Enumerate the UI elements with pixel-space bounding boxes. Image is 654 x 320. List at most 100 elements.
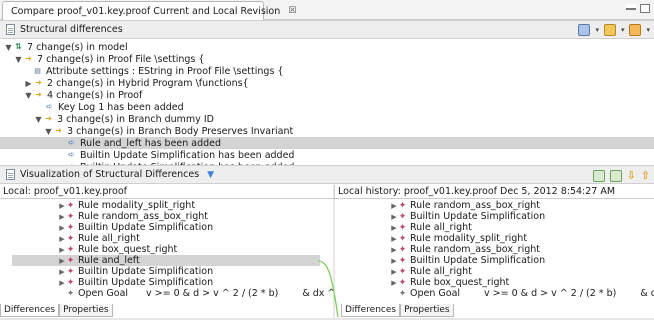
next-difference-icon[interactable]: ⇩ — [627, 169, 636, 182]
tab-differences[interactable]: Differences — [341, 304, 401, 317]
proof-node-label: Rule random_ass_box_right — [410, 244, 541, 255]
tree-item[interactable]: ▼ ➜ 3 change(s) in Branch Body Preserves… — [0, 125, 654, 137]
proof-node[interactable]: ▶ ✦ Rule modality_split_right — [58, 200, 195, 211]
previous-difference-icon[interactable]: ⇧ — [641, 169, 650, 182]
tree-item[interactable]: ▼ ➜ 3 change(s) in Branch dummy ID — [0, 113, 654, 125]
goal-icon: ✦ — [398, 288, 407, 299]
expand-icon[interactable]: ▶ — [390, 246, 398, 254]
collapse-icon[interactable]: ▼ — [14, 55, 23, 64]
chevron-down-icon[interactable]: ▾ — [595, 26, 599, 34]
tree-item[interactable]: ▼ ➜ 7 change(s) in Proof File \settings … — [0, 53, 654, 65]
chevron-down-icon[interactable]: ▾ — [646, 26, 650, 34]
expand-icon[interactable]: ▶ — [390, 202, 398, 210]
collapse-icon[interactable]: ▼ — [34, 115, 43, 124]
minimize-icon[interactable] — [626, 4, 636, 10]
structural-differences-header: Structural differences ▾ ▾ ▾ — [0, 20, 654, 39]
proof-node[interactable]: ▶ ✦ Rule random_ass_box_right — [390, 200, 540, 211]
proof-node-selected[interactable]: ▶ ✦ Rule and_left — [12, 255, 320, 266]
copy-all-right-icon[interactable] — [592, 169, 605, 182]
chevron-down-icon[interactable]: ▾ — [621, 26, 625, 34]
tree-item-selected[interactable]: ➪ Rule and_left has been added — [0, 137, 654, 149]
tree-item[interactable]: ▶ ➜ 2 change(s) in Hybrid Program \funct… — [0, 77, 654, 89]
proof-node[interactable]: ▶ ✦ Rule all_right — [390, 222, 472, 233]
close-tab-icon[interactable]: ☒ — [288, 6, 296, 16]
goal-label: Open Goal — [410, 288, 461, 299]
proof-node-label: Builtin Update Simplification — [410, 211, 546, 222]
proof-node[interactable]: ▶ ✦ Rule box_quest_right — [58, 244, 177, 255]
proof-node[interactable]: ▶ ✦ Builtin Update Simplification — [58, 222, 213, 233]
chevron-down-icon[interactable]: ▼ — [207, 170, 214, 180]
expand-icon[interactable]: ▶ — [390, 268, 398, 276]
tree-item-label: 3 change(s) in Branch dummy ID — [57, 113, 214, 125]
expand-icon[interactable]: ▶ — [24, 79, 33, 88]
expand-icon[interactable]: ▶ — [390, 279, 398, 287]
expand-icon[interactable]: ▶ — [390, 224, 398, 232]
proof-node-label: Builtin Update Simplification — [410, 255, 546, 266]
rule-icon: ✦ — [398, 277, 407, 288]
tree-item[interactable]: ▼ ⇅ 7 change(s) in model — [0, 41, 654, 53]
expand-icon[interactable]: ▶ — [58, 279, 66, 287]
proof-node[interactable]: ▶ ✦ Rule all_right — [390, 266, 472, 277]
proof-node[interactable]: ▶ ✦ Builtin Update Simplification — [58, 277, 213, 288]
proof-node-label: Rule modality_split_right — [410, 233, 528, 244]
right-proof-tree: ▶ ✦ Rule random_ass_box_right ▶ ✦ Builtin Up… — [342, 200, 654, 303]
tree-item[interactable]: ➪ Key Log 1 has been added — [0, 101, 654, 113]
proof-node[interactable]: ▶ ✦ Builtin Update Simplification — [58, 266, 213, 277]
rule-icon: ✦ — [66, 233, 75, 244]
collapse-icon[interactable]: ▼ — [24, 91, 33, 100]
expand-icon[interactable]: ▶ — [58, 224, 66, 232]
tree-item[interactable]: ▼ ➜ 4 change(s) in Proof — [0, 89, 654, 101]
change-icon: ➜ — [25, 54, 32, 63]
tree-item[interactable]: ▤ Attribute settings : EString in Proof … — [0, 65, 654, 77]
tab-differences[interactable]: Differences — [0, 304, 60, 317]
proof-node[interactable]: ▶ ✦ Rule modality_split_right — [390, 233, 527, 244]
maximize-icon[interactable] — [640, 4, 650, 13]
folder-icon[interactable] — [629, 24, 642, 36]
right-panel-title: Local history: proof_v01.key.proof Dec 5… — [338, 186, 616, 197]
proof-node-label: Builtin Update Simplification — [78, 222, 214, 233]
document-icon — [6, 169, 15, 180]
tree-item-label: Key Log 1 has been added — [58, 101, 184, 113]
goal-label: Open Goal — [78, 288, 129, 299]
expand-icon[interactable]: ▶ — [58, 257, 66, 265]
tab-properties[interactable]: Properties — [59, 304, 113, 317]
expand-icon[interactable]: ▶ — [390, 257, 398, 265]
collapse-icon[interactable]: ▼ — [4, 43, 13, 52]
goal-icon: ✦ — [66, 288, 75, 299]
tab-properties[interactable]: Properties — [400, 304, 454, 317]
proof-node[interactable]: ▶ ✦ Builtin Update Simplification — [390, 255, 545, 266]
rule-icon: ✦ — [66, 244, 75, 255]
tree-item-label: 7 change(s) in Proof File \settings { — [37, 53, 205, 65]
copy-all-left-icon[interactable] — [609, 169, 622, 182]
proof-node[interactable]: ▶ ✦ Rule all_right — [58, 233, 140, 244]
compare-editor-tab[interactable]: Compare proof_v01.key.proof Current and … — [2, 1, 296, 20]
change-icon: ➜ — [35, 78, 42, 87]
attribute-icon: ▤ — [34, 67, 41, 75]
proof-node-label: Rule and_left — [78, 255, 140, 266]
collapse-icon[interactable]: ▼ — [44, 127, 53, 136]
expand-icon[interactable]: ▶ — [390, 213, 398, 221]
filter-icon[interactable] — [603, 24, 616, 36]
open-goal-node[interactable]: ✦ Open Goal v >= 0 & d > v ^ 2 / (2 * b)… — [66, 288, 336, 299]
expand-icon[interactable]: ▶ — [58, 246, 66, 254]
proof-node[interactable]: ▶ ✦ Builtin Update Simplification — [390, 211, 545, 222]
expand-icon[interactable]: ▶ — [58, 268, 66, 276]
added-icon: ➪ — [68, 150, 75, 159]
proof-node[interactable]: ▶ ✦ Rule random_ass_box_right — [390, 244, 540, 255]
goal-formula: v >= 0 & d > v ^ 2 / (2 * b) — [146, 288, 279, 299]
expand-icon[interactable]: ▶ — [58, 202, 66, 210]
left-panel-header: Local: proof_v01.key.proof — [0, 185, 334, 199]
expand-icon[interactable]: ▶ — [58, 213, 66, 221]
rule-icon: ✦ — [398, 244, 407, 255]
tree-item[interactable]: ➪ Builtin Update Simplification has been… — [0, 149, 654, 161]
proof-node[interactable]: ▶ ✦ Rule box_quest_right — [390, 277, 509, 288]
layout-icon[interactable] — [578, 24, 591, 36]
proof-node-label: Builtin Update Simplification — [78, 277, 214, 288]
change-icon: ➜ — [55, 126, 62, 135]
expand-icon[interactable]: ▶ — [390, 235, 398, 243]
expand-icon[interactable]: ▶ — [58, 235, 66, 243]
proof-node-label: Rule all_right — [410, 222, 472, 233]
editor-tab-bar: Compare proof_v01.key.proof Current and … — [0, 0, 654, 20]
open-goal-node[interactable]: ✦ Open Goal v >= 0 & d > v ^ 2 / (2 * b)… — [398, 288, 654, 299]
proof-node[interactable]: ▶ ✦ Rule random_ass_box_right — [58, 211, 208, 222]
